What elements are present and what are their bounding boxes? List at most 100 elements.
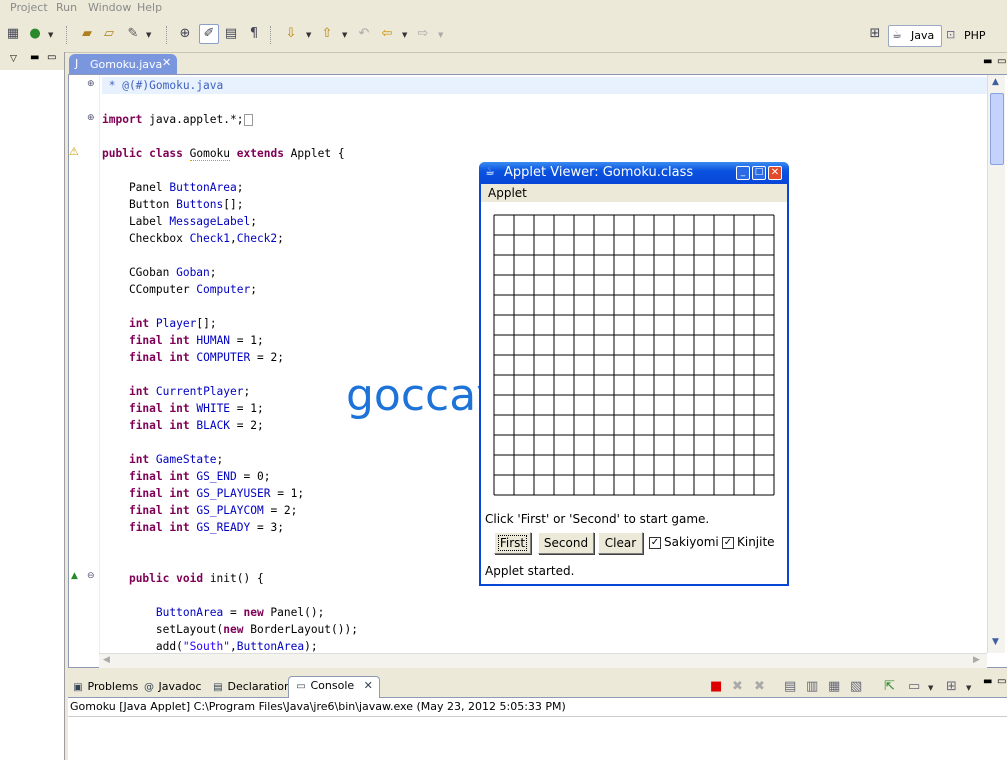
maximize-icon[interactable]: ▭	[47, 52, 56, 63]
chevron-down-icon[interactable]: ▼	[966, 684, 971, 692]
minimize-icon[interactable]: ▬	[983, 676, 992, 687]
open-perspective-icon[interactable]: ⊞	[866, 25, 884, 43]
close-icon[interactable]: ✕	[162, 56, 171, 69]
console-output[interactable]	[68, 717, 1007, 760]
code-line[interactable]: setLayout(new BorderLayout());	[102, 621, 358, 638]
block-selection-icon[interactable]: ▤	[222, 25, 240, 43]
code-line[interactable]: Button Buttons[];	[102, 196, 244, 213]
code-line[interactable]: * @(#)Gomoku.java	[102, 77, 224, 94]
terminate-icon[interactable]: ■	[710, 679, 722, 694]
chevron-down-icon[interactable]: ▼	[928, 684, 933, 692]
expand-icon[interactable]: ⊕	[87, 79, 95, 89]
scroll-thumb[interactable]	[990, 93, 1004, 165]
view-menu-icon[interactable]: ▽	[10, 54, 17, 64]
code-line[interactable]: final int COMPUTER = 2;	[102, 349, 284, 366]
code-line[interactable]: final int BLACK = 2;	[102, 417, 264, 434]
maximize-icon[interactable]: ▭	[997, 676, 1006, 687]
menu-window[interactable]: Window	[88, 1, 131, 14]
remove-launch-icon[interactable]: ✖	[732, 679, 743, 694]
second-button[interactable]: Second	[538, 532, 594, 554]
next-annotation-icon[interactable]: ⇩	[282, 25, 300, 43]
code-line[interactable]: ButtonArea = new Panel();	[102, 604, 324, 621]
code-line[interactable]: add("South",ButtonArea);	[102, 638, 318, 653]
toggle-breadcrumb-icon[interactable]: ⊕	[176, 25, 194, 43]
sakiyomi-checkbox[interactable]: ✓	[649, 537, 661, 549]
override-icon[interactable]: ▲	[71, 571, 78, 581]
minimize-icon[interactable]: ▬	[30, 52, 39, 63]
expand-icon[interactable]: ⊕	[87, 113, 95, 123]
horizontal-scrollbar[interactable]: ◀ ▶	[99, 653, 987, 668]
code-line[interactable]: int Player[];	[102, 315, 217, 332]
code-line[interactable]: import java.applet.*;	[102, 111, 254, 128]
code-line[interactable]: final int HUMAN = 1;	[102, 332, 264, 349]
pin-console-icon[interactable]: ⇱	[884, 679, 895, 694]
gomoku-board[interactable]	[493, 214, 776, 497]
chevron-down-icon[interactable]: ▼	[402, 31, 407, 39]
clear-console-icon[interactable]: ▤	[784, 679, 796, 694]
chevron-down-icon[interactable]: ▼	[306, 31, 311, 39]
chevron-down-icon[interactable]: ▼	[438, 31, 443, 39]
menu-help[interactable]: Help	[137, 1, 162, 14]
scroll-up-icon[interactable]: ▲	[992, 77, 999, 87]
applet-menu[interactable]: Applet	[488, 186, 527, 200]
tab-declaration[interactable]: ▤ Declaration	[212, 678, 291, 696]
code-line[interactable]: final int GS_PLAYUSER = 1;	[102, 485, 304, 502]
tab-gomoku-java[interactable]: J Gomoku.java ✕	[69, 54, 177, 74]
kinjite-checkbox[interactable]: ✓	[722, 537, 734, 549]
display-console-icon[interactable]: ▭	[908, 679, 920, 694]
clear-button[interactable]: Clear	[598, 532, 643, 554]
collapse-icon[interactable]: ⊖	[87, 571, 95, 581]
chevron-down-icon[interactable]: ▼	[48, 31, 53, 39]
tab-console[interactable]: ▭ Console ✕	[288, 676, 380, 698]
show-whitespace-icon[interactable]: ¶	[245, 25, 263, 43]
first-button[interactable]: First	[494, 532, 531, 554]
remove-all-icon[interactable]: ✖	[754, 679, 765, 694]
scroll-right-icon[interactable]: ▶	[973, 655, 980, 665]
code-line[interactable]: final int GS_READY = 3;	[102, 519, 284, 536]
vertical-scrollbar[interactable]: ▲ ▼	[987, 75, 1005, 653]
code-line[interactable]: final int GS_PLAYCOM = 2;	[102, 502, 297, 519]
open-console-icon[interactable]: ⊞	[946, 679, 957, 694]
build-icon[interactable]: ▦	[4, 25, 22, 43]
tab-javadoc[interactable]: @ Javadoc	[143, 678, 202, 696]
show-on-error-icon[interactable]: ▧	[850, 679, 862, 694]
mark-occurrences-icon[interactable]: ✐	[199, 24, 219, 44]
minimize-icon[interactable]: ▬	[983, 56, 992, 67]
code-line[interactable]: Checkbox Check1,Check2;	[102, 230, 284, 247]
code-line[interactable]: CComputer Computer;	[102, 281, 257, 298]
last-edit-icon[interactable]: ↶	[355, 25, 373, 43]
chevron-down-icon[interactable]: ▼	[342, 31, 347, 39]
menu-run[interactable]: Run	[56, 1, 77, 14]
scroll-left-icon[interactable]: ◀	[103, 655, 110, 665]
back-icon[interactable]: ⇦	[378, 25, 396, 43]
forward-icon[interactable]: ⇨	[414, 25, 432, 43]
maximize-button[interactable]: □	[752, 166, 766, 180]
code-line[interactable]: final int GS_END = 0;	[102, 468, 271, 485]
open-type-icon[interactable]: ▰	[78, 25, 96, 43]
minimize-button[interactable]: _	[736, 166, 750, 180]
perspective-java[interactable]: ☕ Java	[888, 25, 942, 47]
code-line[interactable]: Label MessageLabel;	[102, 213, 257, 230]
warning-icon[interactable]: ⚠	[69, 145, 79, 158]
scroll-lock-icon[interactable]: ▥	[806, 679, 818, 694]
maximize-icon[interactable]: ▭	[997, 56, 1006, 67]
code-line[interactable]: final int WHITE = 1;	[102, 400, 264, 417]
open-folder-icon[interactable]: ▱	[100, 25, 118, 43]
chevron-down-icon[interactable]: ▼	[146, 31, 151, 39]
tab-problems[interactable]: ▣ Problems	[72, 678, 138, 696]
search-icon[interactable]: ✎	[124, 25, 142, 43]
perspective-php[interactable]: ⊡ PHP	[944, 25, 994, 45]
code-line[interactable]: public class Gomoku extends Applet {	[102, 145, 345, 162]
close-button[interactable]: ✕	[768, 166, 782, 180]
applet-title-bar[interactable]: ☕ Applet Viewer: Gomoku.class _ □ ✕	[479, 162, 789, 184]
previous-annotation-icon[interactable]: ⇧	[318, 25, 336, 43]
show-on-output-icon[interactable]: ▦	[828, 679, 840, 694]
menu-project[interactable]: Project	[10, 1, 48, 14]
code-line[interactable]: public void init() {	[102, 570, 264, 587]
code-line[interactable]: Panel ButtonArea;	[102, 179, 244, 196]
close-icon[interactable]: ✕	[364, 679, 373, 692]
scroll-down-icon[interactable]: ▼	[992, 637, 999, 647]
code-line[interactable]: CGoban Goban;	[102, 264, 217, 281]
code-line[interactable]: int CurrentPlayer;	[102, 383, 250, 400]
new-class-icon[interactable]: ●	[26, 25, 44, 43]
